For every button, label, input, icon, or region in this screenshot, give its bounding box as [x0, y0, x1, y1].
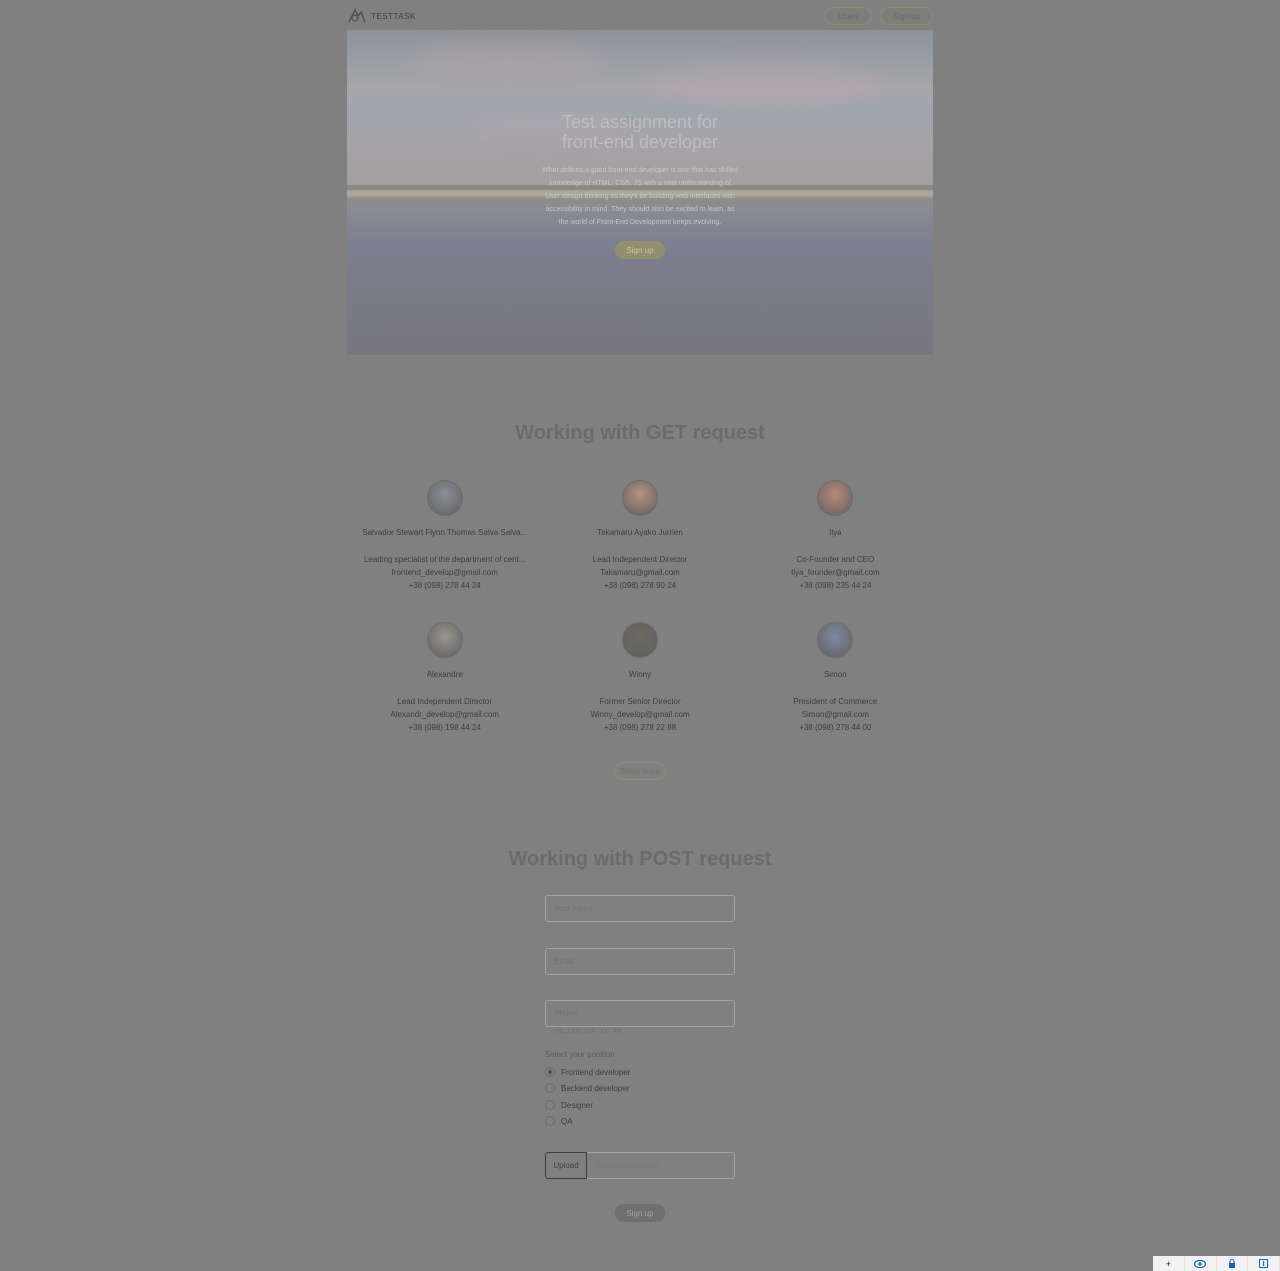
radio-icon[interactable]	[545, 1083, 555, 1093]
user-card: Salvador Stewart Flynn Thomas Salva Salv…	[347, 480, 542, 590]
user-info: Co-Founder and CEO Ilya_founder@gmail.co…	[738, 553, 933, 592]
upload-filename-field[interactable]: Upload your photo	[587, 1152, 735, 1179]
user-info: President of Commerce Simon@gmail.com +3…	[738, 695, 933, 734]
logo-text: TESTTASK	[371, 11, 416, 21]
logo[interactable]: TESTTASK	[347, 8, 416, 24]
position-label: Designer	[561, 1100, 594, 1110]
position-label: Frontend developer	[561, 1067, 631, 1077]
position-label: Backend developer	[561, 1083, 630, 1093]
user-email[interactable]: Simon@gmail.com	[738, 708, 933, 721]
user-card: Ilya Co-Founder and CEO Ilya_founder@gma…	[738, 480, 933, 590]
user-phone: +38 (098) 235 44 24	[799, 581, 872, 590]
signup-form: Your name Email Phone +38 (XXX) XXX - XX…	[545, 0, 735, 1271]
position-option-qa[interactable]: QA	[545, 1116, 573, 1126]
user-phone: +38 (098) 278 44 00	[799, 723, 872, 732]
name-input[interactable]: Your name	[545, 895, 735, 922]
position-option-designer[interactable]: Designer	[545, 1100, 593, 1110]
eye-icon[interactable]	[1185, 1256, 1217, 1271]
position-option-backend[interactable]: Backend developer	[545, 1083, 630, 1093]
lock-icon[interactable]	[1217, 1256, 1249, 1271]
user-phone: +38 (098) 198 44 24	[408, 723, 481, 732]
user-card: Simon President of Commerce Simon@gmail.…	[738, 622, 933, 732]
position-option-frontend[interactable]: Frontend developer	[545, 1067, 630, 1077]
user-email[interactable]: Ilya_founder@gmail.com	[738, 566, 933, 579]
user-card: Alexandre Lead Independent Director Alex…	[347, 622, 542, 732]
user-avatar	[426, 622, 463, 658]
top-nav: Users Sign up	[824, 7, 933, 25]
submit-signup-button[interactable]: Sign up	[615, 1204, 665, 1222]
user-position: Co-Founder and CEO	[796, 555, 875, 564]
bottom-toolbar: +	[1153, 1256, 1280, 1271]
email-input[interactable]: Email	[545, 948, 735, 975]
photo-upload: Upload Upload your photo	[545, 1152, 735, 1179]
plus-button[interactable]: +	[1153, 1256, 1185, 1271]
position-label: QA	[561, 1116, 573, 1126]
user-position: Leading specialist of the department of …	[363, 555, 526, 564]
user-name: Alexandre	[426, 670, 463, 679]
user-name: Salvador Stewart Flynn Thomas Salva Salv…	[362, 528, 528, 537]
user-info: Lead Independent Director Alexandr_devel…	[347, 695, 542, 734]
phone-input[interactable]: Phone	[545, 1000, 735, 1027]
user-phone: +38 (098) 278 44 24	[408, 581, 481, 590]
upload-button[interactable]: Upload	[545, 1152, 587, 1179]
radio-checked-icon[interactable]	[545, 1067, 555, 1077]
user-name: Simon	[823, 670, 847, 679]
signup-nav-button[interactable]: Sign up	[879, 7, 933, 25]
user-position: Lead Independent Director	[397, 697, 493, 706]
user-avatar	[817, 622, 854, 658]
user-name: Ilya	[829, 528, 842, 537]
user-email[interactable]: frontend_develop@gmail.com	[347, 566, 542, 579]
info-icon[interactable]	[1248, 1256, 1280, 1271]
radio-icon[interactable]	[545, 1116, 555, 1126]
user-email[interactable]: Alexandr_develop@gmail.com	[347, 708, 542, 721]
radio-icon[interactable]	[545, 1100, 555, 1110]
user-info: Leading specialist of the department of …	[347, 553, 542, 592]
user-avatar	[426, 480, 463, 516]
position-radio-title: Select your position	[545, 1050, 615, 1059]
logo-icon	[348, 8, 366, 23]
user-position: President of Commerce	[793, 697, 878, 706]
phone-helper-text: +38 (XXX) XXX - XX - XX	[553, 1029, 622, 1035]
users-nav-button[interactable]: Users	[824, 7, 872, 25]
user-avatar	[817, 480, 854, 516]
